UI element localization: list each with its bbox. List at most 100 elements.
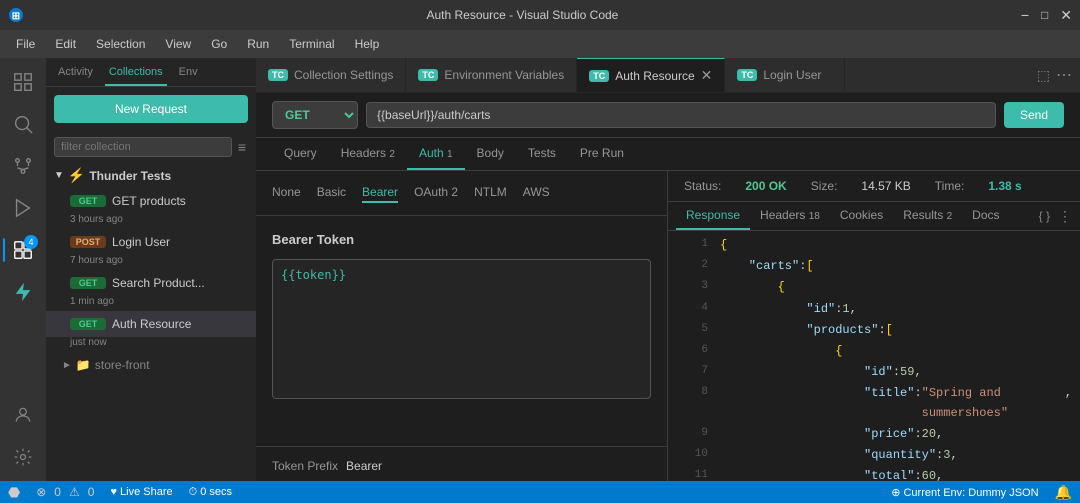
token-input[interactable]: {{token}} (272, 259, 651, 399)
status-env[interactable]: ⊕ Current Env: Dummy JSON (891, 486, 1038, 499)
auth-type-oauth2[interactable]: OAuth 2 (414, 183, 458, 203)
req-tab-body[interactable]: Body (465, 138, 516, 170)
sidebar-tabs: Activity Collections Env (46, 58, 256, 87)
settings-activity-icon[interactable] (3, 437, 43, 477)
request-item-get-products[interactable]: GET GET products (46, 188, 256, 214)
git-activity-icon[interactable] (3, 146, 43, 186)
more-icon[interactable]: ⋮ (1058, 208, 1072, 225)
method-badge-get-search: GET (70, 277, 106, 289)
json-viewer: 1 { 2 "carts": [ 3 { 4 "id (668, 231, 1080, 481)
collection-header-thunder-tests[interactable]: ▼ ⚡ Thunder Tests (46, 163, 256, 188)
req-tab-tests[interactable]: Tests (516, 138, 568, 170)
sidebar-tab-activity[interactable]: Activity (54, 62, 97, 86)
vscode-icon: ⊞ (8, 7, 24, 23)
status-errors[interactable]: ⊗ 0 ⚠ 0 (36, 485, 94, 499)
tab-auth-resource[interactable]: TC Auth Resource ✕ (577, 58, 725, 92)
line-num: 9 (676, 425, 708, 443)
split-editor-icon[interactable]: ⬚ (1037, 67, 1050, 84)
tab-label-login: Login User (763, 68, 821, 82)
menu-go[interactable]: Go (203, 35, 235, 53)
response-panel: Status: 200 OK Size: 14.57 KB Time: 1.38… (668, 171, 1080, 481)
status-value: 200 OK (745, 179, 786, 193)
svg-text:⊞: ⊞ (12, 11, 20, 22)
tab-label: Collection Settings (294, 68, 393, 82)
menu-selection[interactable]: Selection (88, 35, 153, 53)
sidebar-tab-collections[interactable]: Collections (105, 62, 167, 86)
menu-help[interactable]: Help (347, 35, 388, 53)
tab-actions: ⬚ ⋯ (1029, 58, 1080, 92)
resp-tab-headers[interactable]: Headers 18 (750, 202, 830, 230)
more-actions-icon[interactable]: ⋯ (1056, 65, 1072, 85)
tab-env-variables[interactable]: TC Environment Variables (406, 58, 577, 92)
search-activity-icon[interactable] (3, 104, 43, 144)
req-tab-prerun[interactable]: Pre Run (568, 138, 636, 170)
request-name-login: Login User (112, 235, 248, 249)
tab-collection-settings[interactable]: TC Collection Settings (256, 58, 406, 92)
resp-tab-results[interactable]: Results 2 (893, 202, 962, 230)
sidebar-tab-env[interactable]: Env (175, 62, 202, 86)
menu-edit[interactable]: Edit (47, 35, 84, 53)
thunder-collection-icon: ⚡ (68, 167, 85, 184)
folder-item-storefront[interactable]: ► 📁 store-front (46, 352, 256, 378)
menu-run[interactable]: Run (239, 35, 277, 53)
sidebar-menu-button[interactable]: ≡ (236, 137, 248, 157)
response-tabs: Response Headers 18 Cookies Results 2 Do… (668, 202, 1080, 231)
response-status: Status: 200 OK Size: 14.57 KB Time: 1.38… (668, 171, 1080, 202)
method-badge-get: GET (70, 195, 106, 207)
tab-close-button[interactable]: ✕ (701, 67, 713, 84)
request-item-login-user[interactable]: POST Login User (46, 229, 256, 255)
req-tab-query[interactable]: Query (272, 138, 329, 170)
warning-count: 0 (88, 485, 95, 499)
resp-tab-docs[interactable]: Docs (962, 202, 1009, 230)
main-content: TC Collection Settings TC Environment Va… (256, 58, 1080, 481)
tab-login-user[interactable]: TC Login User (725, 58, 845, 92)
auth-count: 1 (447, 149, 453, 160)
titlebar-controls[interactable]: − □ ✕ (1021, 7, 1072, 24)
filter-collection-input[interactable] (54, 137, 232, 157)
req-tab-auth[interactable]: Auth 1 (407, 138, 465, 170)
token-prefix-label: Token Prefix (272, 459, 338, 473)
line-num: 2 (676, 257, 708, 275)
line-num: 8 (676, 384, 708, 402)
json-icon[interactable]: { } (1039, 209, 1050, 223)
method-select[interactable]: GET POST PUT DELETE (272, 101, 358, 129)
auth-panel: None Basic Bearer OAuth 2 NTLM AWS Beare… (256, 171, 668, 481)
new-request-button[interactable]: New Request (54, 95, 248, 123)
auth-type-none[interactable]: None (272, 183, 301, 203)
auth-type-bearer[interactable]: Bearer (362, 183, 398, 203)
chevron-down-icon: ▼ (54, 170, 64, 181)
auth-type-ntlm[interactable]: NTLM (474, 183, 507, 203)
request-item-search[interactable]: GET Search Product... (46, 270, 256, 296)
status-live-share[interactable]: ♥ Live Share (110, 486, 172, 498)
line-num: 11 (676, 467, 708, 481)
url-input[interactable] (366, 102, 996, 128)
maximize-icon[interactable]: □ (1041, 8, 1048, 22)
resp-tab-cookies[interactable]: Cookies (830, 202, 893, 230)
req-tab-headers[interactable]: Headers 2 (329, 138, 407, 170)
status-notification-icon[interactable]: 🔔 (1055, 484, 1072, 501)
thunder-activity-icon[interactable] (3, 272, 43, 312)
statusbar: ⬣ ⊗ 0 ⚠ 0 ♥ Live Share ⏱ 0 secs ⊕ Curren… (0, 481, 1080, 503)
method-badge-get-auth: GET (70, 318, 106, 330)
resp-results-count: 2 (947, 211, 953, 222)
minimize-icon[interactable]: − (1021, 7, 1029, 23)
debug-activity-icon[interactable] (3, 188, 43, 228)
headers-count: 2 (389, 149, 395, 160)
error-icon: ⊗ (36, 485, 46, 499)
auth-type-basic[interactable]: Basic (317, 183, 346, 203)
menu-file[interactable]: File (8, 35, 43, 53)
request-time-auth: just now (46, 337, 256, 352)
auth-type-aws[interactable]: AWS (523, 183, 550, 203)
explorer-activity-icon[interactable] (3, 62, 43, 102)
extensions-activity-icon[interactable]: 4 (3, 230, 43, 270)
menu-terminal[interactable]: Terminal (281, 35, 342, 53)
json-line: 6 { (668, 341, 1080, 362)
send-button[interactable]: Send (1004, 102, 1064, 128)
account-activity-icon[interactable] (3, 395, 43, 435)
request-tabs: Query Headers 2 Auth 1 Body Tests Pre Ru… (256, 138, 1080, 171)
line-num: 5 (676, 321, 708, 339)
menu-view[interactable]: View (157, 35, 199, 53)
resp-tab-response[interactable]: Response (676, 202, 750, 230)
request-item-auth[interactable]: GET Auth Resource (46, 311, 256, 337)
close-icon[interactable]: ✕ (1060, 7, 1072, 24)
